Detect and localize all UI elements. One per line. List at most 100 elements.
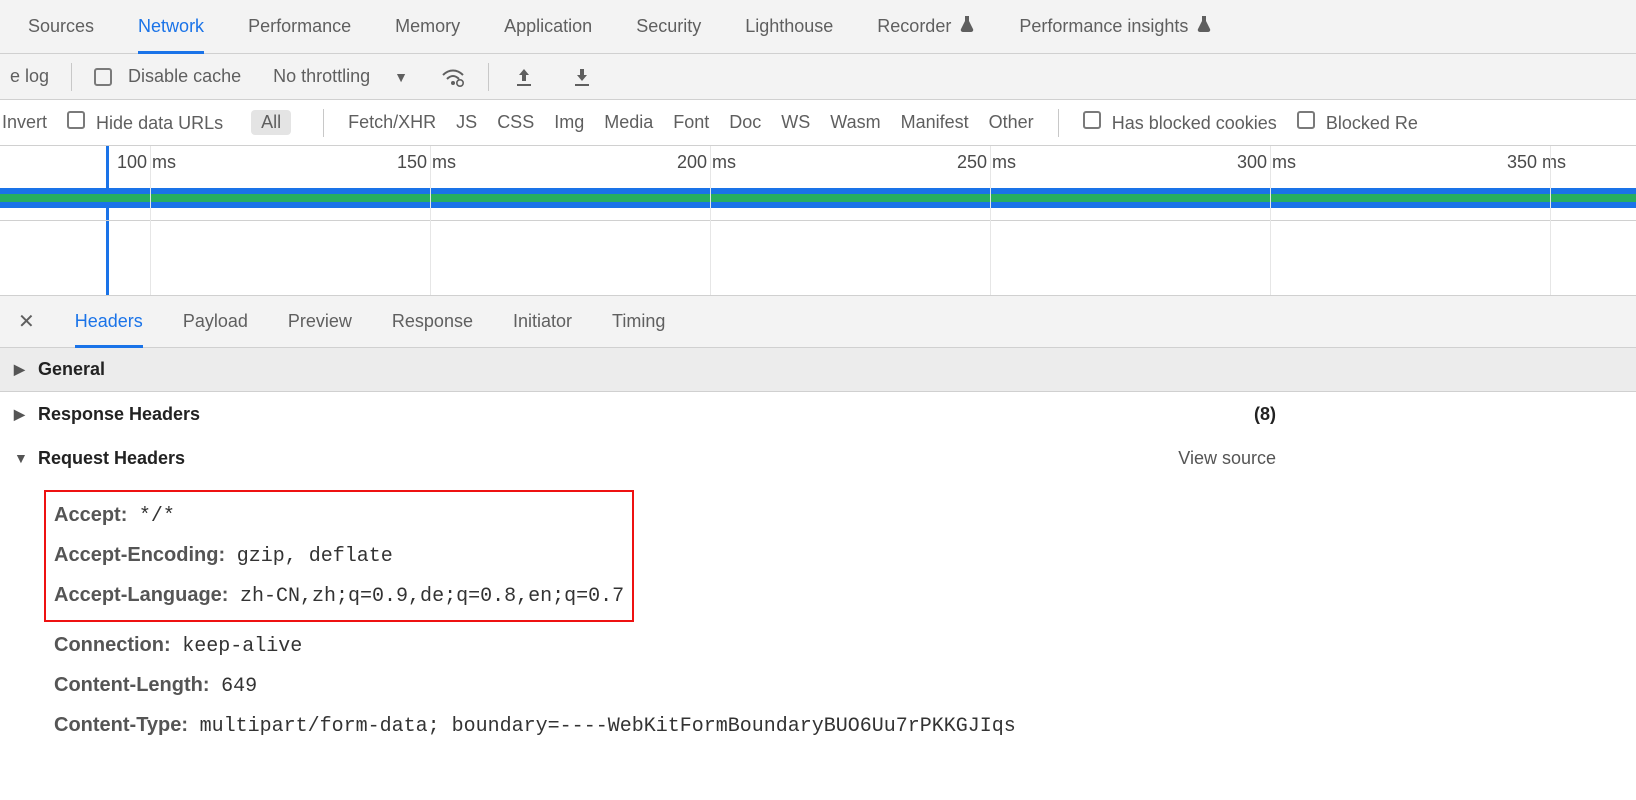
header-name: Content-Type:	[54, 714, 188, 736]
checkbox-icon	[1083, 111, 1101, 129]
chevron-down-icon: ▼	[14, 450, 30, 466]
tab-preview[interactable]: Preview	[288, 296, 352, 347]
upload-har-button[interactable]	[501, 64, 547, 90]
section-response-headers[interactable]: ▶ Response Headers (8)	[0, 392, 1636, 436]
tab-recorder[interactable]: Recorder	[877, 0, 975, 53]
filter-img[interactable]: Img	[554, 112, 584, 133]
timeline-bars	[0, 188, 1636, 208]
filter-other[interactable]: Other	[989, 112, 1034, 133]
filter-ws[interactable]: WS	[781, 112, 810, 133]
timeline-tick: 100 ms	[117, 152, 176, 173]
throttling-select[interactable]: No throttling ▼	[263, 66, 418, 87]
flask-icon	[959, 15, 975, 38]
timeline-tick: 300 ms	[1237, 152, 1296, 173]
section-general-label: General	[38, 359, 105, 380]
header-value: zh-CN,zh;q=0.9,de;q=0.8,en;q=0.7	[240, 585, 624, 608]
tab-application[interactable]: Application	[504, 0, 592, 53]
invert-label[interactable]: Invert	[0, 112, 47, 133]
tab-response[interactable]: Response	[392, 296, 473, 347]
header-value: */*	[139, 505, 175, 528]
section-response-headers-label: Response Headers	[38, 404, 200, 425]
timeline-gridline	[430, 146, 431, 295]
chevron-right-icon: ▶	[14, 406, 30, 423]
download-har-button[interactable]	[559, 64, 605, 90]
header-name: Content-Length:	[54, 674, 210, 696]
checkbox-icon	[67, 111, 85, 129]
filter-divider	[323, 109, 324, 137]
tab-initiator[interactable]: Initiator	[513, 296, 572, 347]
tab-performance[interactable]: Performance	[248, 0, 351, 53]
tab-headers[interactable]: Headers	[75, 297, 143, 348]
toolbar-divider	[488, 63, 489, 91]
timeline-bar	[0, 202, 1636, 208]
header-row: Connection: keep-alive	[54, 626, 1636, 666]
filter-css[interactable]: CSS	[497, 112, 534, 133]
header-name: Connection:	[54, 634, 171, 656]
filter-all[interactable]: All	[251, 110, 291, 135]
header-row: Content-Length: 649	[54, 666, 1636, 706]
timeline-mid-separator	[0, 220, 1636, 221]
checkbox-icon	[94, 68, 112, 86]
section-request-headers[interactable]: ▼ Request Headers View source	[0, 436, 1636, 480]
close-icon[interactable]: ✕	[18, 309, 35, 334]
response-headers-count: (8)	[1254, 404, 1276, 425]
tab-security[interactable]: Security	[636, 0, 701, 53]
filter-js[interactable]: JS	[456, 112, 477, 133]
timeline-bar	[0, 194, 1636, 202]
tab-lighthouse[interactable]: Lighthouse	[745, 0, 833, 53]
request-headers-list: Accept: */* Accept-Encoding: gzip, defla…	[0, 480, 1636, 756]
section-general[interactable]: ▶ General	[0, 348, 1636, 392]
hide-data-urls-toggle[interactable]: Hide data URLs	[67, 111, 223, 134]
flask-icon	[1196, 15, 1212, 38]
blocked-requests-label: Blocked Re	[1326, 113, 1418, 133]
header-value: multipart/form-data; boundary=----WebKit…	[200, 715, 1016, 738]
header-name: Accept-Encoding:	[54, 544, 225, 566]
filter-manifest[interactable]: Manifest	[901, 112, 969, 133]
tab-payload[interactable]: Payload	[183, 296, 248, 347]
header-name: Accept-Language:	[54, 584, 228, 606]
timeline-gridline	[150, 146, 151, 295]
filter-doc[interactable]: Doc	[729, 112, 761, 133]
toolbar-divider	[71, 63, 72, 91]
header-row: Accept: */*	[54, 496, 624, 536]
devtools-top-tabs: Sources Network Performance Memory Appli…	[0, 0, 1636, 54]
header-name: Accept:	[54, 504, 127, 526]
timeline-tick: 350 ms	[1507, 152, 1566, 173]
filter-font[interactable]: Font	[673, 112, 709, 133]
tab-timing[interactable]: Timing	[612, 296, 665, 347]
blocked-requests-toggle[interactable]: Blocked Re	[1297, 111, 1418, 134]
view-source-link[interactable]: View source	[1178, 448, 1276, 469]
section-request-headers-label: Request Headers	[38, 448, 185, 469]
disable-cache-label: Disable cache	[128, 66, 241, 87]
header-value: 649	[221, 675, 257, 698]
upload-icon	[511, 64, 537, 90]
tab-performance-insights-label: Performance insights	[1019, 16, 1188, 37]
network-timeline[interactable]: 100 ms 150 ms 200 ms 250 ms 300 ms 350 m…	[0, 146, 1636, 296]
filter-divider	[1058, 109, 1059, 137]
tab-performance-insights[interactable]: Performance insights	[1019, 0, 1212, 53]
tab-memory[interactable]: Memory	[395, 0, 460, 53]
chevron-right-icon: ▶	[14, 361, 30, 378]
tab-sources[interactable]: Sources	[28, 0, 94, 53]
network-conditions-button[interactable]	[430, 64, 476, 90]
header-value: gzip, deflate	[237, 545, 393, 568]
timeline-tick: 200 ms	[677, 152, 736, 173]
filter-fetch-xhr[interactable]: Fetch/XHR	[348, 112, 436, 133]
tab-recorder-label: Recorder	[877, 16, 951, 37]
tab-network[interactable]: Network	[138, 1, 204, 54]
network-toolbar: e log Disable cache No throttling ▼	[0, 54, 1636, 100]
filter-media[interactable]: Media	[604, 112, 653, 133]
timeline-gridline	[710, 146, 711, 295]
network-filter-row: Invert Hide data URLs All Fetch/XHR JS C…	[0, 100, 1636, 146]
timeline-tick: 250 ms	[957, 152, 1016, 173]
filter-wasm[interactable]: Wasm	[830, 112, 880, 133]
has-blocked-cookies-label: Has blocked cookies	[1112, 113, 1277, 133]
header-value: keep-alive	[182, 635, 302, 658]
has-blocked-cookies-toggle[interactable]: Has blocked cookies	[1083, 111, 1277, 134]
header-row: Content-Type: multipart/form-data; bound…	[54, 706, 1636, 746]
hide-data-urls-label: Hide data URLs	[96, 113, 223, 133]
timeline-gridline	[990, 146, 991, 295]
timeline-gridline	[1550, 146, 1551, 295]
caret-down-icon: ▼	[394, 69, 408, 85]
disable-cache-toggle[interactable]: Disable cache	[84, 66, 251, 87]
